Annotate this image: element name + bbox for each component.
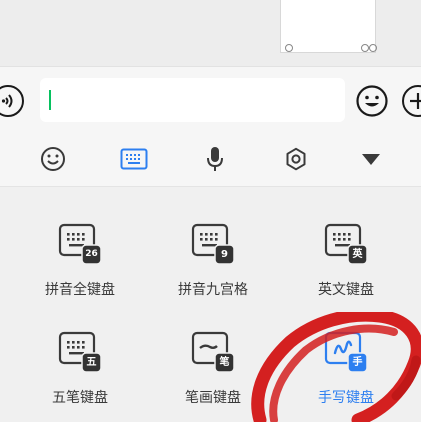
emoji-button[interactable]	[356, 85, 388, 117]
keyboard-option-icon: 五	[58, 331, 102, 375]
message-text-field[interactable]	[40, 78, 345, 122]
keyboard-option-icon: 9	[191, 223, 235, 267]
keyboard-option-badge: 手	[352, 357, 363, 368]
keyboard-option-icon: 英	[324, 223, 368, 267]
ime-emoji-button[interactable]	[38, 144, 68, 174]
keyboard-switch-button[interactable]	[119, 144, 149, 174]
keyboard-option-badge: 五	[86, 357, 97, 368]
keyboard-option[interactable]: 9 拼音九宫格	[155, 223, 265, 313]
message-input-bar	[0, 66, 421, 133]
chat-area	[0, 0, 421, 66]
text-caret	[49, 90, 51, 110]
keyboard-option-icon: 笔	[191, 331, 235, 375]
collapse-keyboard-button[interactable]	[356, 144, 386, 174]
keyboard-option[interactable]: 英英文键盘	[288, 223, 398, 313]
keyboard-option-badge: 英	[352, 249, 363, 260]
keyboard-icon	[120, 148, 148, 170]
ime-settings-button[interactable]	[281, 144, 311, 174]
keyboard-option-badge: 笔	[219, 357, 230, 368]
keyboard-option-badge: 26	[85, 249, 98, 259]
keyboard-option-label: 笔画键盘	[185, 390, 241, 406]
gear-icon	[286, 147, 306, 171]
mic-icon	[207, 147, 223, 171]
smile-icon	[356, 85, 388, 117]
keyboard-option-icon: 26	[58, 223, 102, 267]
keyboard-option-label: 五笔键盘	[52, 390, 108, 406]
keyboard-option-label: 英文键盘	[318, 282, 374, 298]
voice-button[interactable]	[200, 144, 230, 174]
keyboard-option-label: 手写键盘	[318, 390, 374, 406]
keyboard-option[interactable]: 五五笔键盘	[22, 331, 132, 421]
keyboard-option-label: 拼音九宫格	[178, 282, 248, 298]
image-thumbnail[interactable]	[280, 0, 377, 53]
more-button[interactable]	[402, 85, 421, 117]
keyboard-option[interactable]: 笔笔画键盘	[155, 331, 265, 421]
sound-wave-icon	[1, 94, 13, 108]
zoom-icon	[361, 44, 369, 52]
zoom-in-icon	[369, 44, 377, 52]
plus-icon	[410, 93, 421, 109]
keyboard-option-icon: 手	[324, 331, 368, 375]
keyboard-option-badge: 9	[221, 249, 228, 260]
ime-toolbar	[0, 133, 421, 187]
voice-input-button[interactable]	[0, 85, 24, 117]
keyboard-option[interactable]: 26 拼音全键盘	[22, 223, 132, 313]
zoom-out-icon	[285, 44, 293, 52]
triangle-down-icon	[362, 154, 380, 165]
keyboard-selection-panel: 26 拼音全键盘 9 拼音九宫格 英英文键盘五五笔键盘 笔笔画键盘 手手写键盘	[0, 187, 421, 414]
keyboard-option[interactable]: 手手写键盘	[288, 331, 398, 421]
emoji-icon	[41, 147, 65, 171]
keyboard-option-label: 拼音全键盘	[45, 282, 115, 298]
